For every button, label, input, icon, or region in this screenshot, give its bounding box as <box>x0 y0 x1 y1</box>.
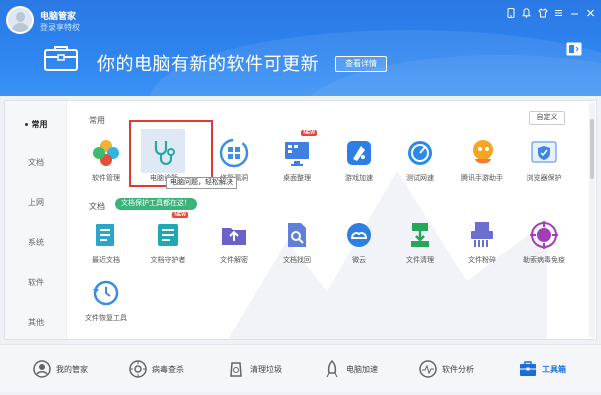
desktop-organize-icon: NEW <box>281 130 317 169</box>
tool-label: 腾讯手游助手 <box>461 175 503 182</box>
clean-junk-icon <box>230 362 242 377</box>
tool-label: 文档找回 <box>283 257 311 264</box>
recent-docs-icon <box>90 219 122 251</box>
new-badge: NEW <box>172 212 188 218</box>
tooltip: 电脑问题，轻松解决 <box>166 177 237 189</box>
tool-label: 文件粉碎 <box>468 257 496 264</box>
tool-content: 常用 自定义 软件管理 电脑诊所 NEW 桌面整理 游戏加速 测试网速 腾讯手游… <box>67 101 589 339</box>
scrollbar-thumb[interactable] <box>590 119 594 179</box>
minimize-icon[interactable] <box>570 8 579 18</box>
doc-guardian-icon: NEW <box>152 212 188 251</box>
bottom-tab-bar: 我的管家 病毒查杀 清理垃圾 电脑加速 软件分析 工具箱 <box>0 344 601 392</box>
collapse-panel-icon[interactable] <box>566 42 582 56</box>
tool-label: 微云 <box>352 257 366 264</box>
tab-label: 工具箱 <box>542 364 566 374</box>
nav-item-other[interactable]: 其他 <box>5 317 67 328</box>
file-restore-icon <box>90 277 122 309</box>
game-boost-icon <box>343 137 375 169</box>
file-shred-icon <box>466 219 498 251</box>
skin-icon[interactable] <box>538 8 548 18</box>
nav-item-software[interactable]: 软件 <box>5 277 67 288</box>
tool-label: 文件恢复工具 <box>85 315 127 322</box>
tool-weiyun[interactable]: 微云 <box>328 219 390 265</box>
toolbox-icon <box>520 361 536 376</box>
tab-my-manager[interactable]: 我的管家 <box>32 358 88 380</box>
windows-repair-icon <box>218 137 250 169</box>
tool-file-clean[interactable]: 文件清理 <box>389 219 451 265</box>
tool-file-shred[interactable]: 文件粉碎 <box>451 219 513 265</box>
tab-label: 病毒查杀 <box>152 364 184 374</box>
tool-recent-docs[interactable]: 最近文档 <box>75 219 137 265</box>
browser-protect-icon <box>528 137 560 169</box>
tab-software-analysis[interactable]: 软件分析 <box>418 358 474 380</box>
login-link[interactable]: 登录享特权 <box>40 22 80 33</box>
software-manager-icon <box>90 137 122 169</box>
tool-speed-test[interactable]: 测试网速 <box>389 137 451 183</box>
app-title: 电脑管家 <box>40 11 77 21</box>
tool-label: 软件管理 <box>92 175 120 182</box>
section-title-common: 常用 <box>89 116 105 125</box>
main-panel: 常用 文档 上网 系统 软件 其他 常用 自定义 软件管理 电脑诊所 NEW 桌… <box>4 100 597 340</box>
nav-item-system[interactable]: 系统 <box>5 237 67 248</box>
ransomware-immune-icon <box>528 219 560 251</box>
tab-label: 软件分析 <box>442 364 474 374</box>
nav-item-internet[interactable]: 上网 <box>5 197 67 208</box>
tool-file-decrypt[interactable]: 文件解密 <box>203 219 265 265</box>
speed-up-icon <box>326 359 338 378</box>
tool-mobile-game-assistant[interactable]: 腾讯手游助手 <box>451 137 513 183</box>
my-manager-icon <box>33 360 51 378</box>
tab-clean-junk[interactable]: 清理垃圾 <box>226 358 282 380</box>
tool-label: 勒索病毒免疫 <box>523 257 565 264</box>
new-badge: NEW <box>301 130 317 136</box>
tool-label: 桌面整理 <box>283 175 311 182</box>
active-dot-icon <box>24 123 28 127</box>
header: 电脑管家 登录享特权 你的电脑有新的软件可更新 查看详情 <box>0 0 601 96</box>
file-clean-icon <box>404 219 436 251</box>
mobile-game-icon <box>466 137 498 169</box>
tab-speed-up[interactable]: 电脑加速 <box>322 358 378 380</box>
tool-doc-guardian[interactable]: NEW 文档守护者 <box>137 212 199 265</box>
close-icon[interactable] <box>586 8 595 18</box>
avatar[interactable] <box>6 6 34 34</box>
scrollbar[interactable] <box>589 103 595 337</box>
weiyun-icon <box>343 219 375 251</box>
software-analysis-icon <box>419 360 437 378</box>
nav-item-common[interactable]: 常用 <box>5 119 67 130</box>
menu-icon[interactable] <box>554 8 563 18</box>
tool-label: 文档守护者 <box>150 257 186 264</box>
tool-software-manager[interactable]: 软件管理 <box>75 137 137 183</box>
window-controls <box>506 8 595 18</box>
category-nav: 常用 文档 上网 系统 软件 其他 <box>5 101 67 339</box>
tool-ransomware-immune[interactable]: 勒索病毒免疫 <box>513 219 575 265</box>
document-banner[interactable]: 文档保护工具都在这！ <box>115 198 197 210</box>
file-decrypt-icon <box>218 219 250 251</box>
toolbox-header-icon <box>44 44 78 72</box>
notification-icon[interactable] <box>521 8 532 18</box>
tool-label: 游戏加速 <box>345 175 373 182</box>
tab-virus-scan[interactable]: 病毒查杀 <box>128 358 184 380</box>
tool-doc-recover[interactable]: 文档找回 <box>266 219 328 265</box>
section-title-documents: 文档 <box>89 202 105 211</box>
nav-item-documents[interactable]: 文档 <box>5 157 67 168</box>
phone-icon[interactable] <box>506 8 515 18</box>
speed-test-icon <box>404 137 436 169</box>
virus-scan-icon <box>129 360 147 378</box>
tool-label: 最近文档 <box>92 257 120 264</box>
tool-game-boost[interactable]: 游戏加速 <box>328 137 390 183</box>
tool-desktop-organize[interactable]: NEW 桌面整理 <box>266 130 328 183</box>
tool-label: 浏览器保护 <box>526 175 562 182</box>
tool-label: 文件解密 <box>220 257 248 264</box>
tool-label: 文件清理 <box>406 257 434 264</box>
tab-toolbox[interactable]: 工具箱 <box>518 358 566 380</box>
tab-label: 我的管家 <box>56 364 88 374</box>
view-details-button[interactable]: 查看详情 <box>335 56 387 72</box>
tab-label: 清理垃圾 <box>250 364 282 374</box>
tool-file-restore[interactable]: 文件恢复工具 <box>75 277 137 323</box>
tab-label: 电脑加速 <box>346 364 378 374</box>
update-headline: 你的电脑有新的软件可更新 <box>97 54 319 74</box>
doc-recover-icon <box>281 219 313 251</box>
customize-button[interactable]: 自定义 <box>529 111 565 125</box>
tool-label: 测试网速 <box>406 175 434 182</box>
tool-browser-protect[interactable]: 浏览器保护 <box>513 137 575 183</box>
